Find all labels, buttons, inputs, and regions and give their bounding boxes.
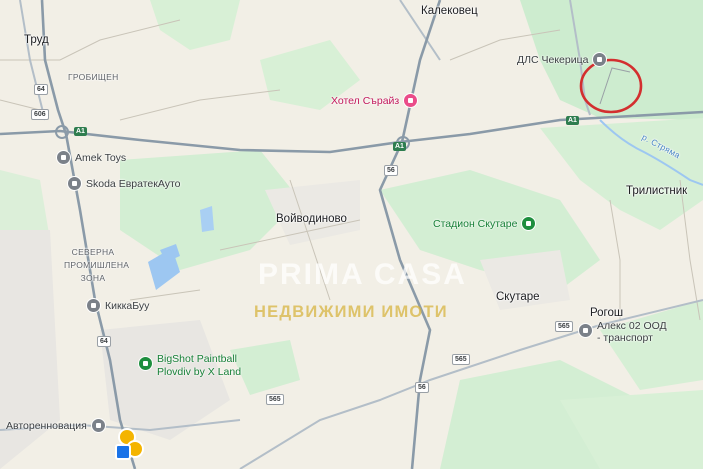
- place-severna-line3: ЗОНА: [80, 273, 106, 283]
- place-severna-line2: ПРОМИШЛЕНА: [64, 260, 130, 270]
- poi-aleks-text: Алекс 02 ООД - транспорт: [597, 320, 667, 344]
- road-shield-a1-center: A1: [393, 142, 406, 151]
- place-voyvodinovo[interactable]: Войводиново: [276, 213, 347, 226]
- road-shield-56-north: 56: [384, 165, 398, 176]
- poi-stadium-skutare[interactable]: Стадион Скутаре: [433, 216, 537, 231]
- poi-stadium-label: Стадион Скутаре: [433, 217, 518, 230]
- road-shield-a1-west: A1: [74, 127, 87, 136]
- poi-hotel-label: Хотел Сърайз: [331, 94, 400, 107]
- transport-icon: [578, 323, 593, 338]
- poi-aleks-line1: Алекс 02 ООД: [597, 320, 667, 332]
- road-shield-565-west: 565: [266, 394, 284, 405]
- hotel-icon: [403, 93, 419, 108]
- poi-dls-chekeritsa[interactable]: ДЛС Чекерица: [517, 52, 608, 67]
- watermark-brand: PRIMA CASA: [258, 258, 467, 291]
- place-trilistnik[interactable]: Трилистник: [626, 185, 687, 198]
- car-dealer-icon: [67, 176, 82, 191]
- map-view[interactable]: PRIMA CASA НЕДВИЖИМИ ИМОТИ Труд ГРОБИЩЕН…: [0, 0, 703, 469]
- poi-amek-label: Amek Toys: [75, 151, 127, 164]
- place-pin-icon: [592, 52, 608, 67]
- road-shield-a1-east: A1: [566, 116, 579, 125]
- water-body: [200, 206, 214, 232]
- place-severna-line1: СЕВЕРНА: [71, 247, 115, 257]
- shop-icon: [86, 298, 101, 313]
- poi-avtorenovacia-label: Авторенновация: [6, 419, 87, 432]
- poi-hotel-saraiz[interactable]: Хотел Сърайз: [331, 93, 419, 108]
- poi-skoda-label: Skoda ЕвратекАуто: [86, 177, 181, 190]
- place-severna-zona[interactable]: СЕВЕРНА ПРОМИШЛЕНА ЗОНА: [64, 246, 130, 285]
- watermark-subtitle: НЕДВИЖИМИ ИМОТИ: [254, 303, 448, 321]
- home-icon[interactable]: [115, 444, 131, 460]
- place-skutare[interactable]: Скутаре: [496, 291, 540, 304]
- place-rogosh[interactable]: Рогош: [590, 307, 623, 320]
- poi-bigshot-paintball[interactable]: BigShot Paintball Plovdiv by X Land: [138, 353, 241, 379]
- place-trud[interactable]: Труд: [24, 34, 49, 47]
- poi-skoda[interactable]: Skoda ЕвратекАуто: [67, 176, 181, 191]
- poi-avtorenovacia[interactable]: Авторенновация: [6, 418, 106, 433]
- place-kalekovets[interactable]: Калековец: [421, 5, 478, 18]
- road-shield-565-east: 565: [555, 321, 573, 332]
- stadium-icon: [521, 216, 537, 231]
- car-repair-icon: [90, 418, 106, 433]
- poi-bigshot-text: BigShot Paintball Plovdiv by X Land: [157, 353, 241, 379]
- road-shield-565-center: 565: [452, 354, 470, 365]
- place-grobishten[interactable]: ГРОБИЩЕН: [68, 71, 119, 84]
- poi-kikka-label: КиккаБуу: [105, 299, 150, 312]
- road-shield-56-south: 56: [415, 382, 429, 393]
- road-shield-64-south: 64: [97, 336, 111, 347]
- poi-aleks-02[interactable]: Алекс 02 ООД - транспорт: [578, 320, 667, 344]
- sports-icon: [138, 356, 153, 371]
- poi-amek-toys[interactable]: Amek Toys: [56, 150, 126, 165]
- road-shield-606: 606: [31, 109, 49, 120]
- road-shield-64-north: 64: [34, 84, 48, 95]
- poi-bigshot-line1: BigShot Paintball: [157, 353, 237, 365]
- poi-kikkabuu[interactable]: КиккаБуу: [86, 298, 149, 313]
- poi-bigshot-line2: Plovdiv by X Land: [157, 366, 242, 378]
- poi-dls-label: ДЛС Чекерица: [517, 53, 589, 66]
- poi-aleks-line2: - транспорт: [597, 332, 653, 344]
- shop-icon: [56, 150, 71, 165]
